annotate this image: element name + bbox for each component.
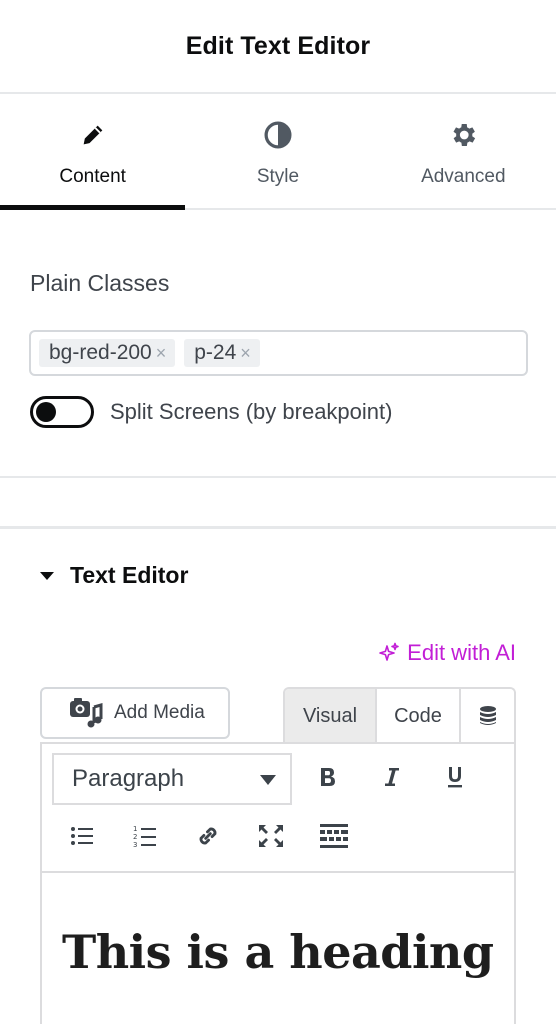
class-tag-text: p-24: [194, 341, 237, 364]
numbered-list-button[interactable]: 123: [127, 818, 163, 854]
svg-text:2: 2: [133, 833, 137, 841]
tab-visual[interactable]: Visual: [285, 689, 377, 743]
tab-code[interactable]: Code: [377, 689, 461, 743]
tab-advanced-label: Advanced: [421, 166, 506, 187]
gear-icon: [448, 120, 478, 150]
format-select[interactable]: Paragraph: [52, 753, 292, 805]
edit-with-ai-link[interactable]: Edit with AI: [377, 640, 516, 666]
text-editor-section-toggle[interactable]: Text Editor: [40, 562, 188, 589]
database-icon: [478, 705, 498, 727]
pencil-icon: [78, 120, 108, 150]
underline-icon: [445, 765, 465, 789]
plain-classes-section: Plain Classes bg-red-200 × p-24 × Split …: [0, 210, 556, 478]
media-icon: [68, 697, 104, 729]
dynamic-tags-button[interactable]: [461, 689, 514, 743]
text-editor-title: Text Editor: [70, 562, 189, 588]
split-screens-label: Split Screens (by breakpoint): [110, 399, 393, 424]
plain-classes-label: Plain Classes: [30, 270, 170, 296]
remove-tag-icon[interactable]: ×: [156, 343, 167, 364]
bold-icon: [318, 766, 338, 788]
section-divider: [0, 526, 556, 529]
tab-content[interactable]: Content: [0, 96, 186, 210]
editor-mode-tabs: Visual Code: [283, 687, 516, 743]
add-media-label: Add Media: [114, 702, 205, 723]
fullscreen-icon: [258, 824, 284, 848]
class-tag: p-24 ×: [184, 339, 260, 367]
remove-tag-icon[interactable]: ×: [240, 343, 251, 364]
panel-header: Edit Text Editor: [0, 0, 556, 94]
underline-button[interactable]: [437, 759, 473, 795]
plain-classes-input[interactable]: bg-red-200 × p-24 ×: [29, 330, 528, 376]
split-screens-row: Split Screens (by breakpoint): [30, 396, 392, 428]
edit-with-ai-label: Edit with AI: [407, 640, 516, 665]
add-media-button[interactable]: Add Media: [40, 687, 230, 739]
content-heading: This is a heading: [62, 925, 494, 979]
insert-link-button[interactable]: [190, 818, 226, 854]
editor-toolbar: Paragraph 123: [42, 744, 514, 873]
link-icon: [194, 822, 222, 850]
tab-style[interactable]: Style: [185, 96, 370, 208]
tab-advanced[interactable]: Advanced: [371, 96, 556, 208]
svg-text:3: 3: [133, 841, 137, 848]
text-editor-frame: Paragraph 123 This is a heading: [40, 742, 516, 1024]
format-select-value: Paragraph: [72, 765, 185, 792]
toolbar-toggle-icon: [319, 823, 349, 849]
italic-icon: [382, 766, 402, 788]
panel-title: Edit Text Editor: [185, 31, 371, 60]
caret-down-icon: [40, 571, 54, 580]
numbered-list-icon: 123: [133, 824, 157, 848]
bold-button[interactable]: [310, 759, 346, 795]
bullet-list-icon: [70, 825, 94, 847]
tab-content-label: Content: [59, 166, 126, 187]
chevron-down-icon: [260, 775, 276, 785]
toggle-knob: [36, 402, 56, 422]
class-tag-text: bg-red-200: [49, 341, 152, 364]
editor-content-area[interactable]: This is a heading: [42, 875, 514, 1024]
bullet-list-button[interactable]: [64, 818, 100, 854]
tab-style-label: Style: [256, 166, 300, 187]
half-circle-icon: [263, 120, 293, 150]
svg-text:1: 1: [133, 825, 137, 833]
toolbar-toggle-button[interactable]: [316, 818, 352, 854]
class-tag: bg-red-200 ×: [39, 339, 176, 367]
sparkle-icon: [377, 641, 401, 665]
split-screens-toggle[interactable]: [30, 396, 94, 428]
fullscreen-button[interactable]: [253, 818, 289, 854]
panel-tabs: Content Style Advanced: [0, 96, 556, 210]
italic-button[interactable]: [374, 759, 410, 795]
